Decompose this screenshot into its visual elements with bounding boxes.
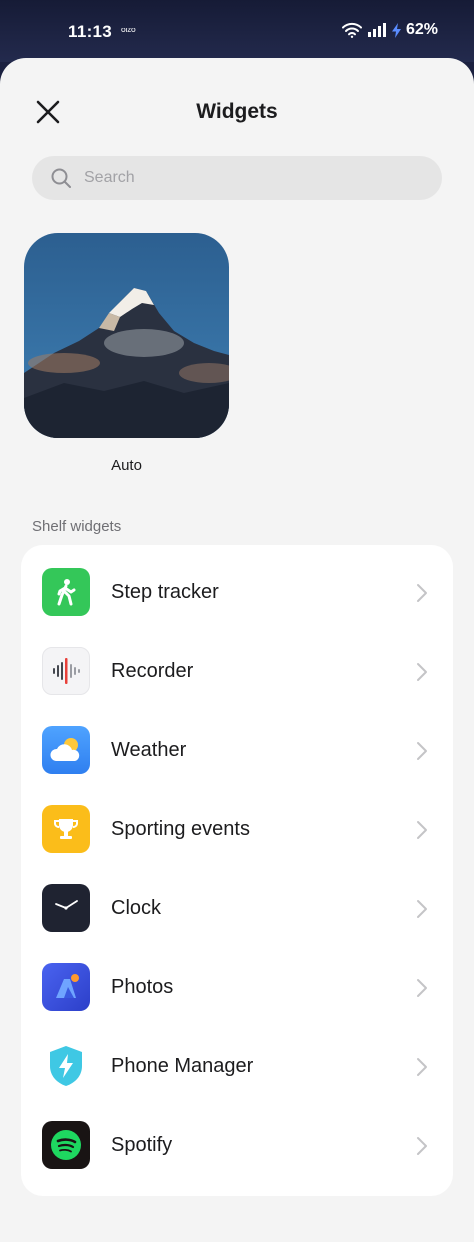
list-item-step-tracker[interactable]: Step tracker <box>21 553 453 632</box>
sporting-events-icon <box>42 805 90 853</box>
list-item-label: Weather <box>111 739 187 761</box>
clock-icon <box>42 884 90 932</box>
signal-icon <box>367 23 387 37</box>
list-item-spotify[interactable]: Spotify <box>21 1106 453 1185</box>
list-item-clock[interactable]: Clock <box>21 869 453 948</box>
list-item-label: Spotify <box>111 1134 173 1156</box>
search-bar[interactable] <box>32 156 442 200</box>
wifi-icon <box>341 22 362 38</box>
chevron-right-icon <box>417 900 427 918</box>
list-item-phone-manager[interactable]: Phone Manager <box>21 1027 453 1106</box>
photos-icon <box>42 963 90 1011</box>
list-item-sporting-events[interactable]: Sporting events <box>21 790 453 869</box>
chevron-right-icon <box>417 1058 427 1076</box>
list-item-label: Recorder <box>111 660 194 682</box>
status-time: 11:13 <box>68 22 113 41</box>
chevron-right-icon <box>417 979 427 997</box>
list-item-recorder[interactable]: Recorder <box>21 632 453 711</box>
list-item-label: Sporting events <box>111 818 250 840</box>
list-item-label: Photos <box>111 976 174 998</box>
status-icons: 62% <box>341 21 438 39</box>
spotify-icon <box>42 1121 90 1169</box>
chevron-right-icon <box>417 584 427 602</box>
widgets-sheet: Widgets Auto S <box>0 58 474 1242</box>
list-item-label: Step tracker <box>111 581 219 603</box>
auto-wallpaper-widget[interactable] <box>24 233 229 438</box>
search-icon <box>50 167 72 189</box>
chevron-right-icon <box>417 742 427 760</box>
chevron-right-icon <box>417 663 427 681</box>
page-title: Widgets <box>196 100 278 123</box>
recorder-icon <box>42 647 90 695</box>
chevron-right-icon <box>417 821 427 839</box>
battery-level: 62% <box>405 21 438 38</box>
shelf-widgets-list: Step tracker Recorder Weather Sporting e… <box>21 545 453 1196</box>
auto-widget-label: Auto <box>111 457 142 474</box>
search-input[interactable] <box>84 169 384 187</box>
section-heading: Shelf widgets <box>32 518 122 535</box>
weather-icon <box>42 726 90 774</box>
status-bar: 11:13 OIZO 62% <box>0 0 474 62</box>
list-item-photos[interactable]: Photos <box>21 948 453 1027</box>
list-item-label: Clock <box>111 897 162 919</box>
step-tracker-icon <box>42 568 90 616</box>
charging-icon <box>391 22 401 38</box>
phone-manager-icon <box>42 1042 90 1090</box>
list-item-weather[interactable]: Weather <box>21 711 453 790</box>
chevron-right-icon <box>417 1137 427 1155</box>
status-notification-tag: OIZO <box>121 28 136 34</box>
list-item-label: Phone Manager <box>111 1055 254 1077</box>
